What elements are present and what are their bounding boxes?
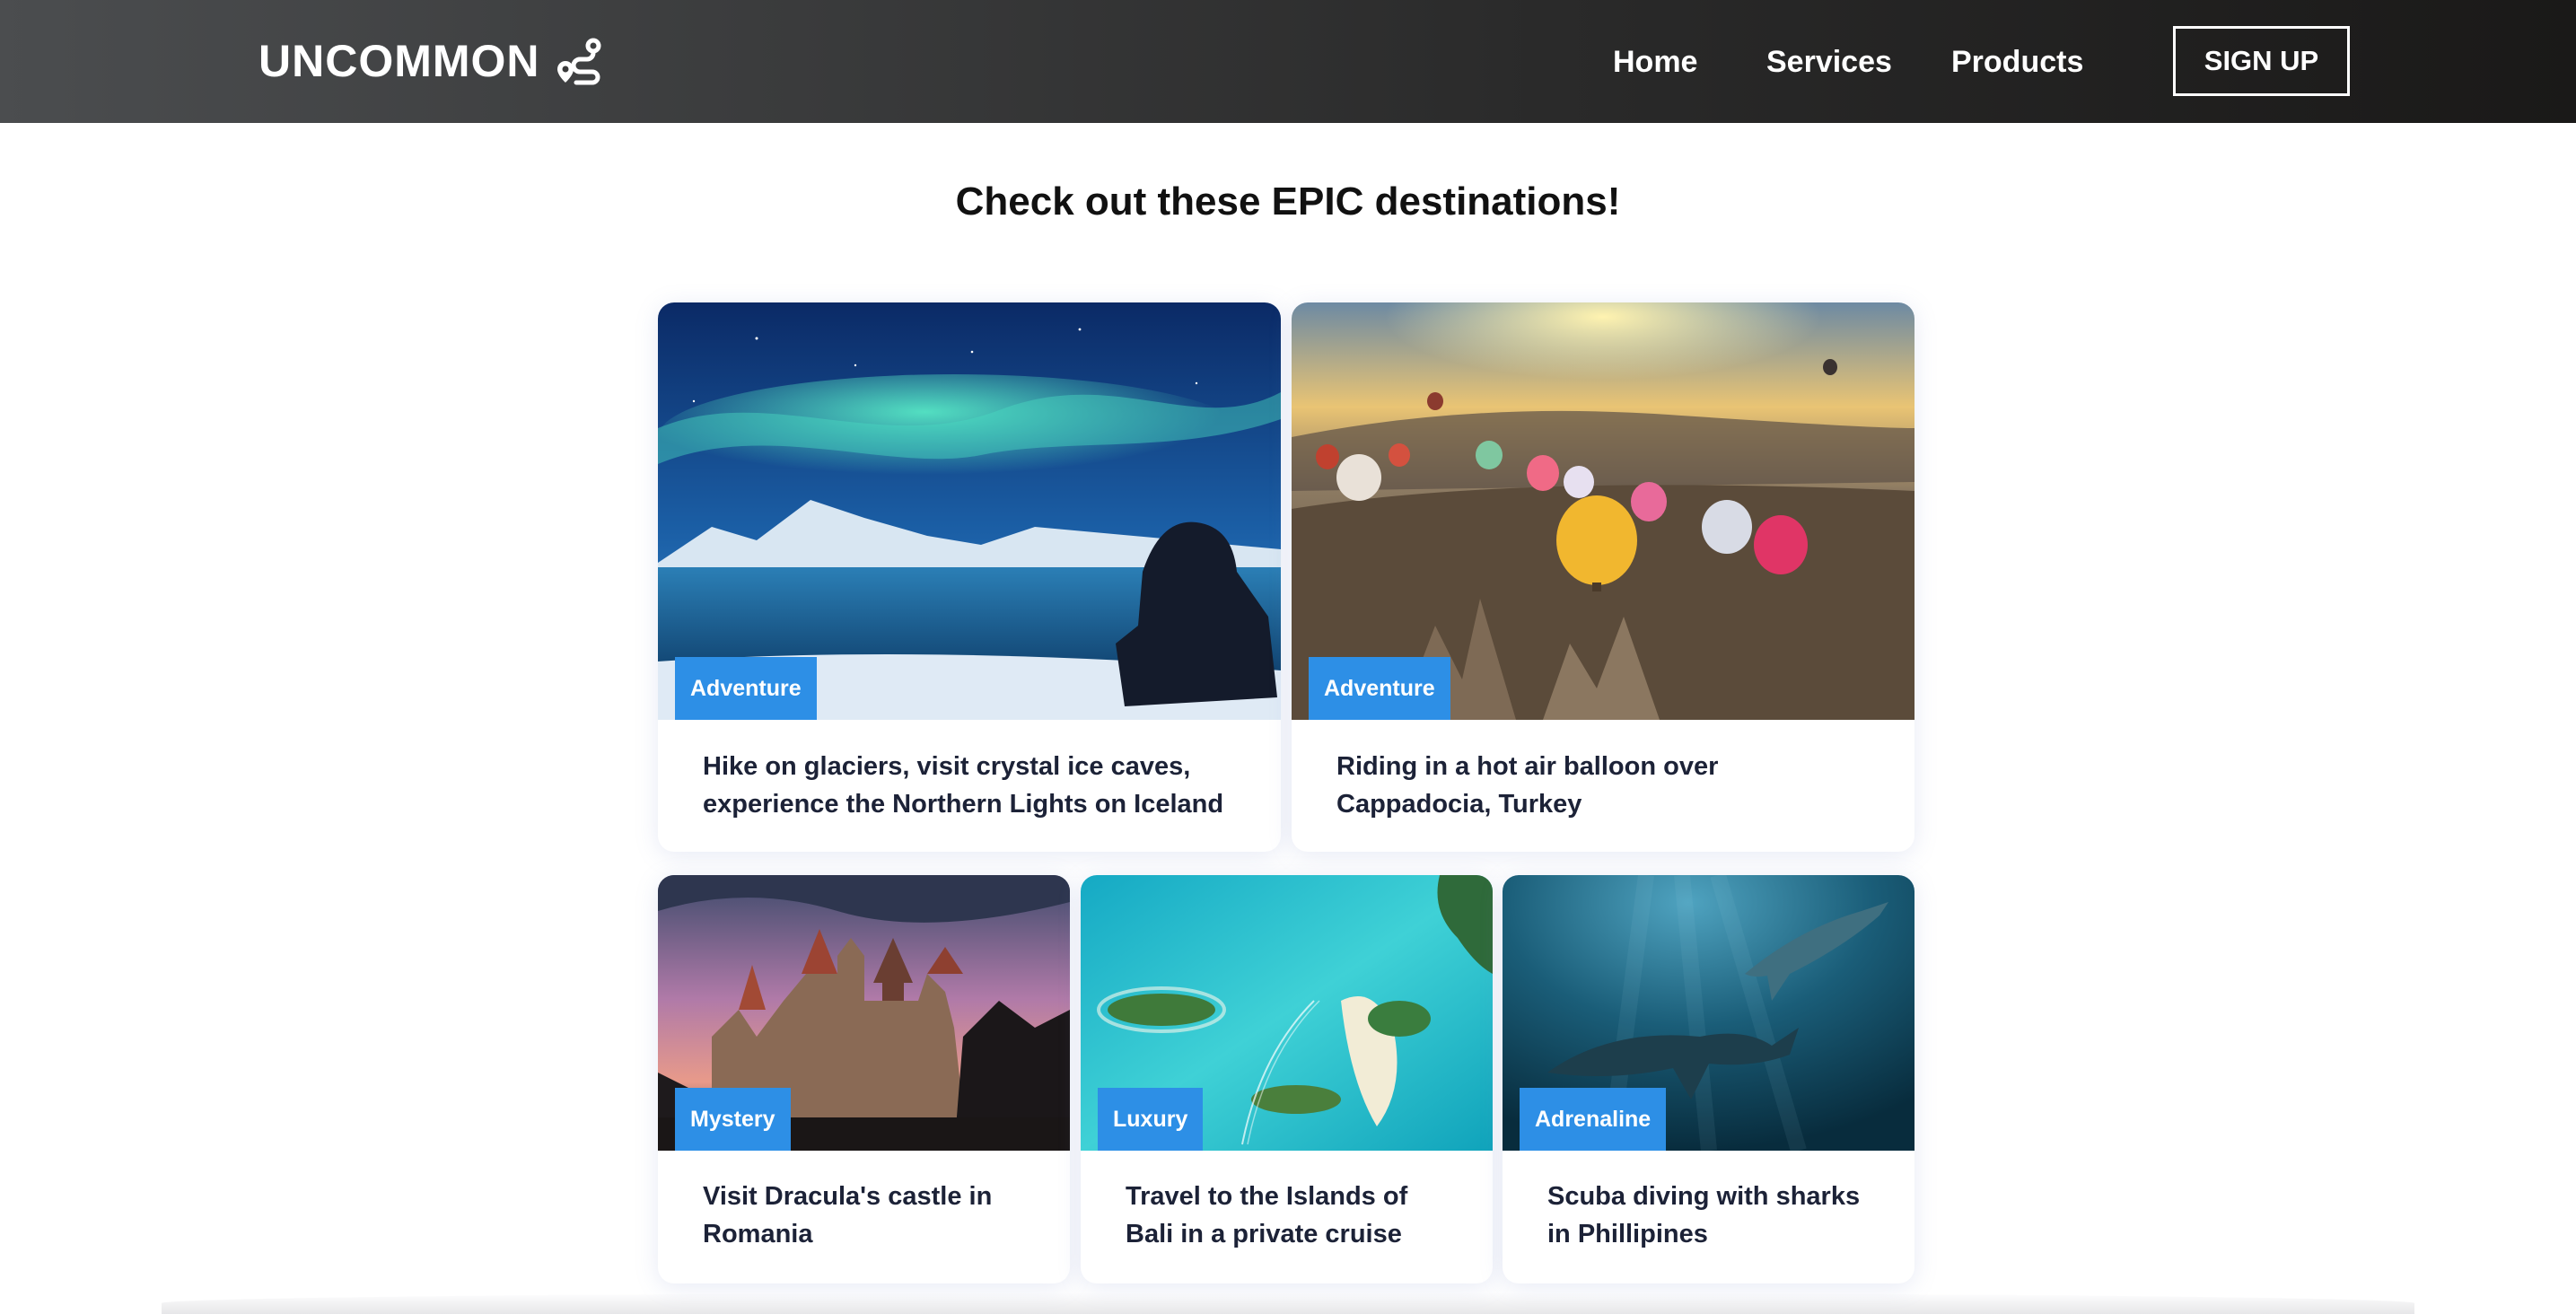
nav-link-services[interactable]: Services bbox=[1766, 39, 1892, 84]
category-tag: Luxury bbox=[1098, 1088, 1204, 1151]
card-description: Hike on glaciers, visit crystal ice cave… bbox=[703, 752, 1224, 819]
card-description: Travel to the Islands of Bali in a priva… bbox=[1126, 1182, 1408, 1248]
nav-link-home[interactable]: Home bbox=[1613, 39, 1697, 84]
card-description: Visit Dracula's castle in Romania bbox=[703, 1182, 993, 1248]
destination-card[interactable]: Adventure Riding in a hot air balloon ov… bbox=[1292, 302, 1914, 852]
card-description: Scuba diving with sharks in Phillipines bbox=[1547, 1182, 1861, 1248]
category-tag: Adrenaline bbox=[1520, 1088, 1667, 1151]
nav-link-products[interactable]: Products bbox=[1951, 39, 2083, 84]
category-tag: Adventure bbox=[675, 657, 817, 720]
page-title: Check out these EPIC destinations! bbox=[955, 180, 1621, 223]
category-tag: Adventure bbox=[1309, 657, 1450, 720]
destination-card[interactable]: Luxury Travel to the Islands of Bali in … bbox=[1081, 875, 1493, 1283]
navbar: UNCOMMON Home Services Products SIGN UP bbox=[0, 0, 2576, 123]
destination-card[interactable]: Mystery Visit Dracula's castle in Romani… bbox=[658, 875, 1070, 1283]
card-description: Riding in a hot air balloon over Cappado… bbox=[1336, 752, 1719, 819]
category-tag: Mystery bbox=[675, 1088, 791, 1151]
page-bottom-shadow bbox=[162, 1292, 2414, 1314]
sign-up-button[interactable]: SIGN UP bbox=[2173, 26, 2350, 96]
destination-card[interactable]: Adrenaline Scuba diving with sharks in P… bbox=[1503, 875, 1914, 1283]
destination-card[interactable]: Adventure Hike on glaciers, visit crysta… bbox=[658, 302, 1281, 852]
